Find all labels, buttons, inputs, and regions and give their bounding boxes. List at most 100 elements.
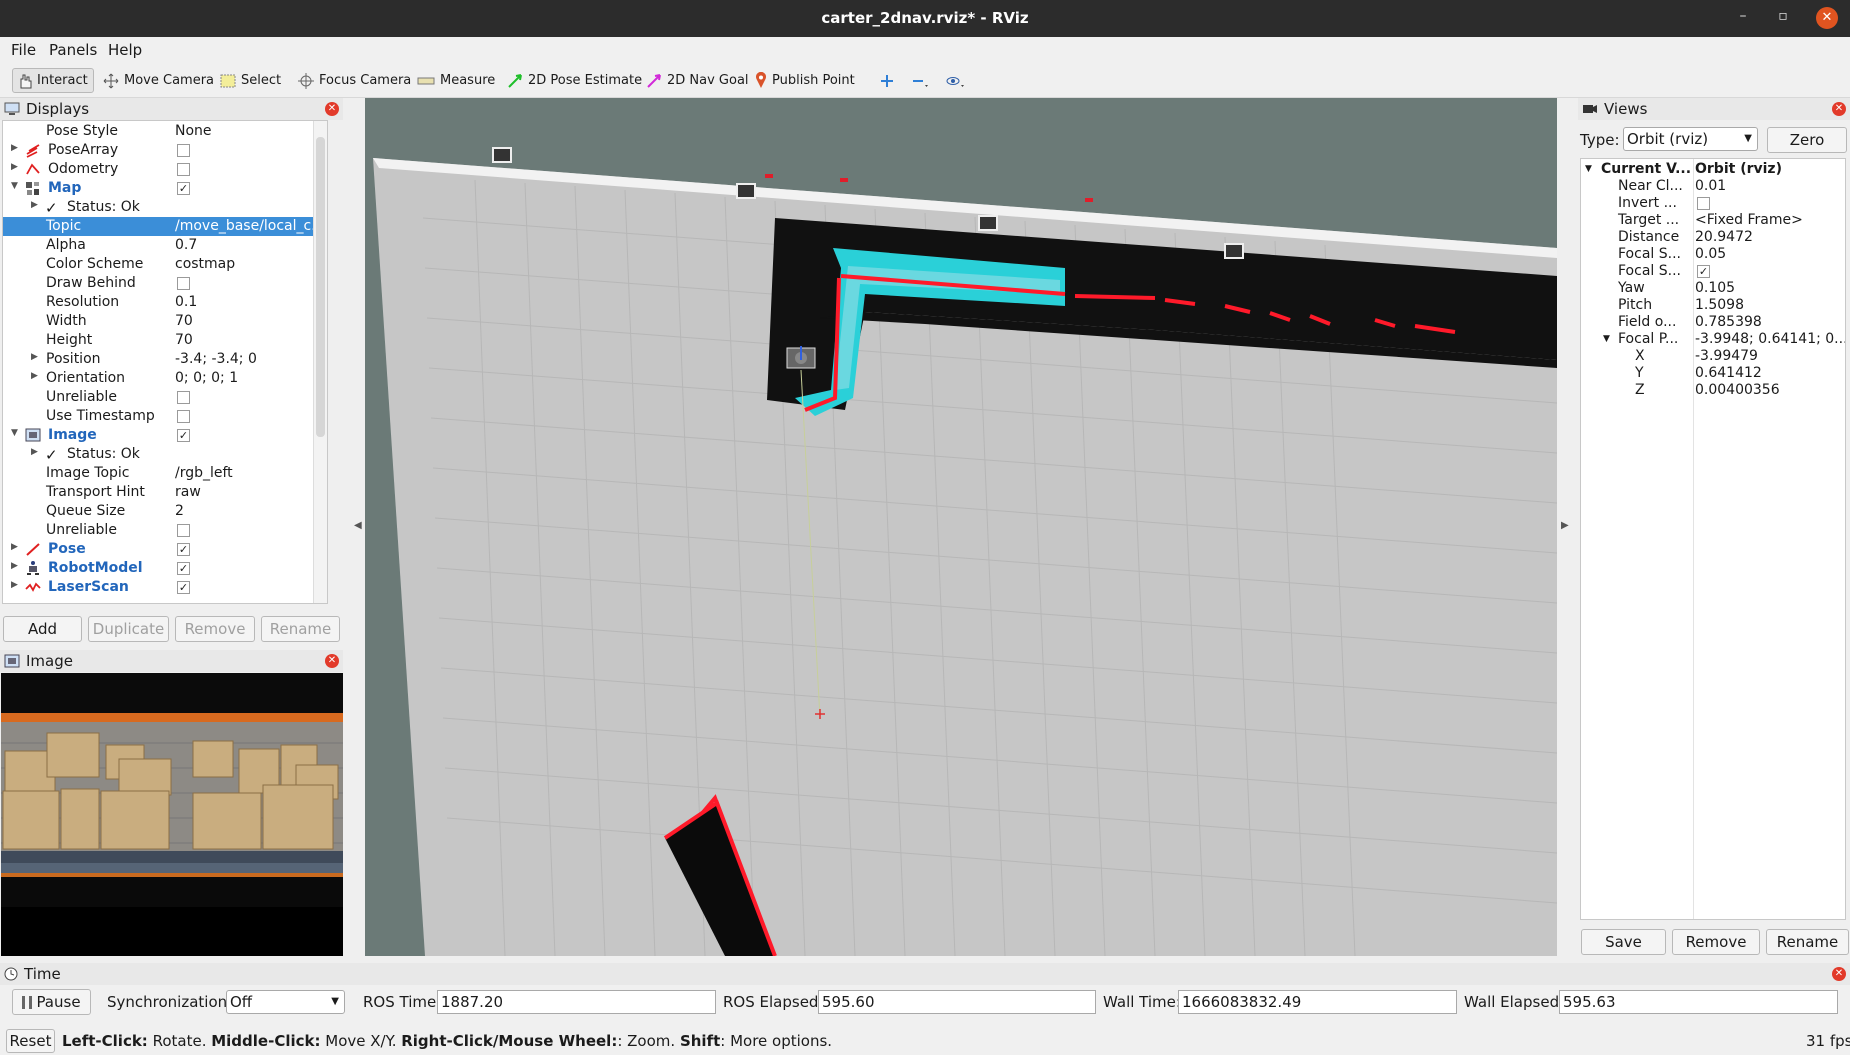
focal-z-row[interactable]: Z 0.00400356: [1581, 382, 1845, 399]
collapse-arrow-icon[interactable]: ▼: [11, 428, 18, 438]
minimize-icon[interactable]: –: [1728, 8, 1758, 24]
collapse-arrow-icon[interactable]: ▼: [11, 181, 18, 191]
map-width-row[interactable]: Width 70: [3, 312, 327, 331]
image-panel-close-icon[interactable]: ✕: [325, 654, 339, 668]
wall-elapsed-field[interactable]: 595.63: [1559, 990, 1838, 1014]
add-tool-button[interactable]: [874, 68, 900, 93]
posearray-checkbox[interactable]: [177, 144, 190, 157]
expand-arrow-icon[interactable]: ▶: [31, 371, 38, 381]
display-row-image[interactable]: ▼ Image ✓: [3, 426, 327, 445]
menu-panels[interactable]: Panels: [49, 41, 97, 59]
scene-render[interactable]: [365, 98, 1557, 956]
menu-help[interactable]: Help: [108, 41, 142, 59]
display-row-odometry[interactable]: ▶ Odometry: [3, 160, 327, 179]
focus-camera-tool-button[interactable]: Focus Camera: [293, 68, 416, 93]
maximize-icon[interactable]: ▫: [1768, 8, 1798, 24]
map-color-scheme-row[interactable]: Color Scheme costmap: [3, 255, 327, 274]
ros-elapsed-field[interactable]: 595.60: [818, 990, 1096, 1014]
expand-arrow-icon[interactable]: ▶: [31, 447, 38, 457]
current-view-row[interactable]: ▼ Current V... Orbit (rviz): [1581, 161, 1845, 178]
remove-view-button[interactable]: Remove: [1672, 929, 1760, 955]
near-clip-row[interactable]: Near Cl... 0.01: [1581, 178, 1845, 195]
views-close-icon[interactable]: ✕: [1832, 102, 1846, 116]
measure-tool-button[interactable]: Measure: [412, 68, 500, 93]
focal-shape-size-row[interactable]: Focal S... 0.05: [1581, 246, 1845, 263]
odometry-checkbox[interactable]: [177, 163, 190, 176]
focal-shape-fixed-row[interactable]: Focal S... ✓: [1581, 263, 1845, 280]
scrollbar-thumb[interactable]: [316, 137, 325, 437]
close-icon[interactable]: ✕: [1816, 7, 1838, 29]
focal-point-row[interactable]: ▼ Focal P... -3.9948; 0.64141; 0....: [1581, 331, 1845, 348]
map-status-row[interactable]: ▶ ✓ Status: Ok: [3, 198, 327, 217]
image-status-row[interactable]: ▶ ✓ Status: Ok: [3, 445, 327, 464]
focal-y-row[interactable]: Y 0.641412: [1581, 365, 1845, 382]
focal-shape-checkbox[interactable]: ✓: [1697, 265, 1710, 278]
menu-file[interactable]: File: [11, 41, 36, 59]
pause-button[interactable]: Pause: [12, 989, 91, 1015]
tool-properties-button[interactable]: [940, 68, 970, 93]
display-row-map[interactable]: ▼ Map ✓: [3, 179, 327, 198]
image-checkbox[interactable]: ✓: [177, 429, 190, 442]
interact-tool-button[interactable]: Interact: [12, 68, 94, 93]
displays-close-icon[interactable]: ✕: [325, 102, 339, 116]
use-timestamp-checkbox[interactable]: [177, 410, 190, 423]
left-splitter-arrow-icon[interactable]: ◀: [354, 520, 362, 531]
expand-arrow-icon[interactable]: ▶: [11, 143, 18, 153]
duplicate-display-button[interactable]: Duplicate: [88, 616, 169, 642]
display-row-pose[interactable]: ▶ Pose ✓: [3, 540, 327, 559]
display-tree-scrollbar[interactable]: [313, 121, 327, 603]
map-topic-row[interactable]: Topic /move_base/local_c...: [3, 217, 327, 236]
expand-arrow-icon[interactable]: ▶: [11, 162, 18, 172]
expand-arrow-icon[interactable]: ▶: [11, 580, 18, 590]
map-unreliable-row[interactable]: Unreliable: [3, 388, 327, 407]
invert-checkbox[interactable]: [1697, 197, 1710, 210]
map-draw-behind-row[interactable]: Draw Behind: [3, 274, 327, 293]
sync-select[interactable]: Off ▼: [226, 990, 345, 1014]
map-unreliable-checkbox[interactable]: [177, 391, 190, 404]
rename-display-button[interactable]: Rename: [261, 616, 340, 642]
collapse-arrow-icon[interactable]: ▼: [1603, 334, 1610, 344]
remove-tool-button[interactable]: [906, 68, 934, 93]
transport-hint-row[interactable]: Transport Hint raw: [3, 483, 327, 502]
robotmodel-checkbox[interactable]: ✓: [177, 562, 190, 575]
map-use-timestamp-row[interactable]: Use Timestamp: [3, 407, 327, 426]
display-row-robotmodel[interactable]: ▶ RobotModel ✓: [3, 559, 327, 578]
expand-arrow-icon[interactable]: ▶: [11, 542, 18, 552]
remove-display-button[interactable]: Remove: [175, 616, 255, 642]
pitch-row[interactable]: Pitch 1.5098: [1581, 297, 1845, 314]
ros-time-field[interactable]: 1887.20: [437, 990, 716, 1014]
draw-behind-checkbox[interactable]: [177, 277, 190, 290]
queue-size-row[interactable]: Queue Size 2: [3, 502, 327, 521]
field-of-view-row[interactable]: Field o... 0.785398: [1581, 314, 1845, 331]
expand-arrow-icon[interactable]: ▶: [31, 200, 38, 210]
pose-estimate-tool-button[interactable]: 2D Pose Estimate: [502, 68, 647, 93]
rename-view-button[interactable]: Rename: [1766, 929, 1849, 955]
collapse-arrow-icon[interactable]: ▼: [1585, 164, 1592, 174]
select-tool-button[interactable]: Select: [215, 68, 286, 93]
zero-button[interactable]: Zero: [1767, 127, 1847, 153]
time-close-icon[interactable]: ✕: [1832, 967, 1846, 981]
view-type-select[interactable]: Orbit (rviz) ▼: [1623, 127, 1758, 151]
add-display-button[interactable]: Add: [3, 616, 82, 642]
map-position-row[interactable]: ▶ Position -3.4; -3.4; 0: [3, 350, 327, 369]
image-topic-row[interactable]: Image Topic /rgb_left: [3, 464, 327, 483]
robot-model[interactable]: [786, 346, 816, 369]
image-unreliable-row[interactable]: Unreliable: [3, 521, 327, 540]
laserscan-checkbox[interactable]: ✓: [177, 581, 190, 594]
nav-goal-tool-button[interactable]: 2D Nav Goal: [641, 68, 754, 93]
publish-point-tool-button[interactable]: Publish Point: [750, 68, 860, 93]
map-height-row[interactable]: Height 70: [3, 331, 327, 350]
display-row-pose-style[interactable]: Pose Style None: [3, 122, 327, 141]
pose-checkbox[interactable]: ✓: [177, 543, 190, 556]
expand-arrow-icon[interactable]: ▶: [11, 561, 18, 571]
distance-row[interactable]: Distance 20.9472: [1581, 229, 1845, 246]
map-orientation-row[interactable]: ▶ Orientation 0; 0; 0; 1: [3, 369, 327, 388]
yaw-row[interactable]: Yaw 0.105: [1581, 280, 1845, 297]
focal-x-row[interactable]: X -3.99479: [1581, 348, 1845, 365]
target-frame-row[interactable]: Target ... <Fixed Frame>: [1581, 212, 1845, 229]
render-viewport[interactable]: [365, 98, 1557, 956]
move-camera-tool-button[interactable]: Move Camera: [98, 68, 219, 93]
right-splitter-arrow-icon[interactable]: ▶: [1561, 520, 1569, 531]
image-unreliable-checkbox[interactable]: [177, 524, 190, 537]
expand-arrow-icon[interactable]: ▶: [31, 352, 38, 362]
